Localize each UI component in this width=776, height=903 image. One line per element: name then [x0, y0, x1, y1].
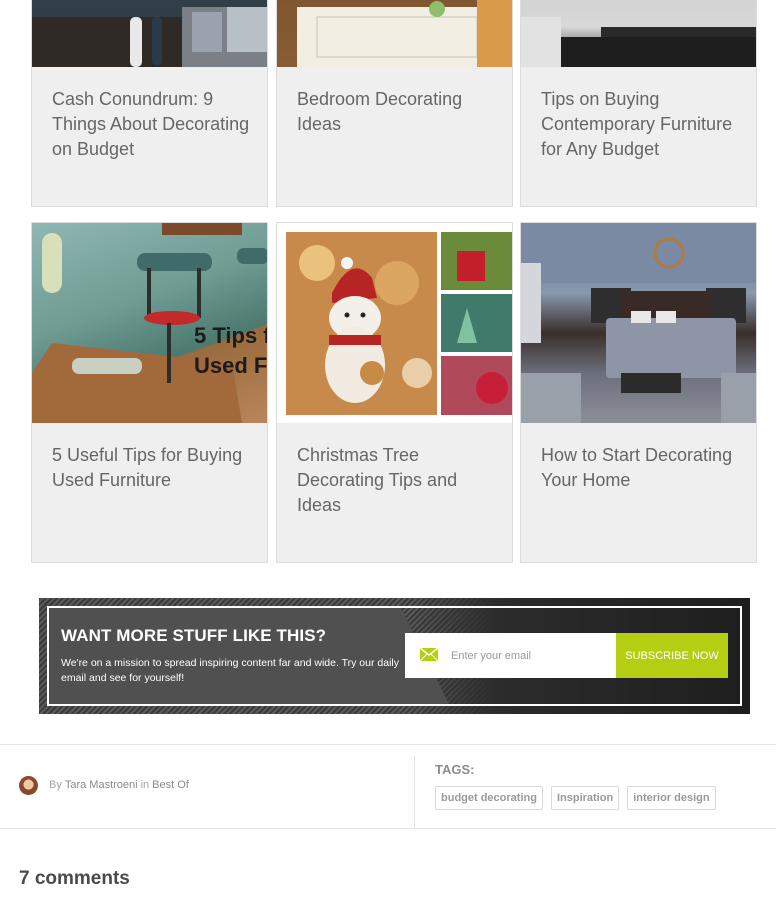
divider [414, 756, 415, 828]
overlay-text-line-1: 5 Tips f [194, 323, 267, 348]
article-thumbnail[interactable]: 5 Tips f Used F [32, 223, 267, 423]
article-card[interactable]: Cash Conundrum: 9 Things About Decoratin… [31, 0, 268, 207]
article-title[interactable]: Cash Conundrum: 9 Things About Decoratin… [52, 87, 251, 162]
article-thumbnail[interactable] [32, 0, 267, 67]
author-byline: By Tara Mastroeni in Best Of [19, 775, 192, 795]
christmas-collage-image [286, 232, 512, 415]
bedroom-image [297, 0, 512, 67]
tags-heading: TAGS: [435, 762, 475, 777]
article-card[interactable]: How to Start Decorating Your Home [520, 222, 757, 563]
tag-inspiration[interactable]: Inspiration [550, 786, 620, 810]
tag-budget-decorating[interactable]: budget decorating [435, 786, 543, 810]
article-title[interactable]: Bedroom Decorating Ideas [297, 87, 496, 137]
newsletter-description: We're on a mission to spread inspiring c… [61, 657, 399, 684]
article-card[interactable]: Tips on Buying Contemporary Furniture fo… [520, 0, 757, 207]
newsletter-heading: WANT MORE STUFF LIKE THIS? [61, 626, 327, 645]
article-thumbnail[interactable] [277, 0, 512, 67]
avatar[interactable] [19, 775, 38, 795]
comments-heading: 7 comments [19, 868, 130, 889]
article-thumbnail[interactable] [277, 223, 512, 423]
article-thumbnail[interactable] [521, 223, 756, 423]
article-card[interactable]: 5 Tips f Used F 5 Useful Tips for Buying… [31, 222, 268, 563]
divider [0, 744, 776, 745]
email-field-container[interactable] [405, 633, 616, 678]
category-link[interactable]: Best Of [152, 779, 189, 791]
article-title[interactable]: How to Start Decorating Your Home [541, 443, 740, 493]
article-title[interactable]: Tips on Buying Contemporary Furniture fo… [541, 87, 740, 162]
divider [0, 828, 776, 829]
subscribe-button[interactable]: SUBSCRIBE NOW [616, 633, 728, 678]
envelope-icon [420, 648, 438, 661]
chairs-image: 5 Tips f Used F [32, 223, 267, 423]
in-label: in [140, 779, 150, 791]
author-link[interactable]: Tara Mastroeni [65, 779, 138, 791]
newsletter-banner: WANT MORE STUFF LIKE THIS? We're on a mi… [39, 598, 750, 714]
tag-list: budget decorating Inspiration interior d… [435, 786, 716, 810]
living-room-image [32, 7, 267, 67]
bedroom-image [521, 223, 756, 423]
by-label: By [49, 779, 62, 791]
article-title[interactable]: Christmas Tree Decorating Tips and Ideas [297, 443, 496, 518]
email-input[interactable] [451, 633, 611, 678]
article-title[interactable]: 5 Useful Tips for Buying Used Furniture [52, 443, 251, 493]
overlay-text-line-2: Used F [194, 353, 267, 378]
article-card[interactable]: Bedroom Decorating Ideas [276, 0, 513, 207]
article-card[interactable]: Christmas Tree Decorating Tips and Ideas [276, 222, 513, 563]
tag-interior-design[interactable]: interior design [627, 786, 716, 810]
article-thumbnail[interactable] [521, 0, 756, 67]
modern-interior-image [521, 17, 756, 67]
